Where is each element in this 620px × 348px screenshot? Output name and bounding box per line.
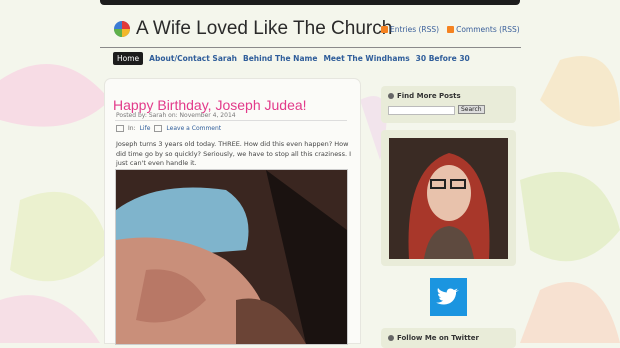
entries-rss-link[interactable]: Entries (RSS) (381, 25, 439, 34)
newborn-photo-graphic (116, 170, 347, 344)
find-posts-heading: Find More Posts (388, 92, 461, 100)
nav-item-behind-the-name[interactable]: Behind The Name (243, 54, 317, 63)
nav-item-home[interactable]: Home (113, 52, 144, 65)
site-title-text[interactable]: A Wife Loved Like The Church (136, 18, 392, 40)
profile-photo[interactable] (389, 138, 508, 259)
profile-photo-widget (381, 130, 516, 266)
top-bar (100, 0, 520, 5)
follow-twitter-widget: Follow Me on Twitter (381, 328, 516, 348)
comments-rss-label[interactable]: Comments (RSS) (456, 25, 520, 34)
post-meta: Posted by: Sarah on: November 4, 2014 (116, 112, 236, 119)
post-card: Happy Birthday, Joseph Judea! Posted by:… (105, 79, 360, 345)
rss-icon (447, 26, 455, 33)
site-logo-icon (114, 21, 130, 37)
post-categories: In: Life Leave a Comment (116, 125, 221, 132)
category-link[interactable]: Life (140, 125, 151, 132)
site-title[interactable]: A Wife Loved Like The Church (113, 18, 392, 40)
search-input[interactable] (388, 106, 455, 115)
twitter-bird-icon (436, 288, 459, 305)
post-title[interactable]: Happy Birthday, Joseph Judea! (113, 97, 307, 113)
twitter-widget (381, 273, 516, 323)
comment-icon (154, 125, 163, 132)
profile-photo-graphic (389, 138, 508, 259)
entries-rss-label[interactable]: Entries (RSS) (390, 25, 439, 34)
post-body: Joseph turns 3 years old today. THREE. H… (116, 140, 352, 167)
widget-bullet-icon (388, 335, 394, 341)
find-posts-widget: Find More Posts Search (381, 86, 516, 123)
category-prefix: In: (128, 125, 136, 132)
search-button[interactable]: Search (458, 105, 485, 114)
nav-item-30-before-30[interactable]: 30 Before 30 (416, 54, 470, 63)
main-nav: Home About/Contact Sarah Behind The Name… (113, 52, 470, 65)
follow-twitter-heading: Follow Me on Twitter (388, 334, 479, 342)
post-divider (115, 120, 347, 121)
twitter-button[interactable] (430, 278, 467, 316)
find-posts-title: Find More Posts (397, 92, 461, 100)
nav-item-about[interactable]: About/Contact Sarah (149, 54, 237, 63)
comments-rss-link[interactable]: Comments (RSS) (447, 25, 520, 34)
folder-icon (116, 125, 124, 132)
newborn-photo (115, 169, 348, 345)
nav-item-meet-the-windhams[interactable]: Meet The Windhams (323, 54, 409, 63)
feed-links: Entries (RSS) Comments (RSS) (381, 25, 520, 34)
widget-bullet-icon (388, 93, 394, 99)
follow-twitter-title[interactable]: Follow Me on Twitter (397, 334, 479, 342)
leave-comment-link[interactable]: Leave a Comment (166, 125, 221, 132)
rss-icon (381, 26, 388, 33)
header-divider (100, 47, 521, 48)
